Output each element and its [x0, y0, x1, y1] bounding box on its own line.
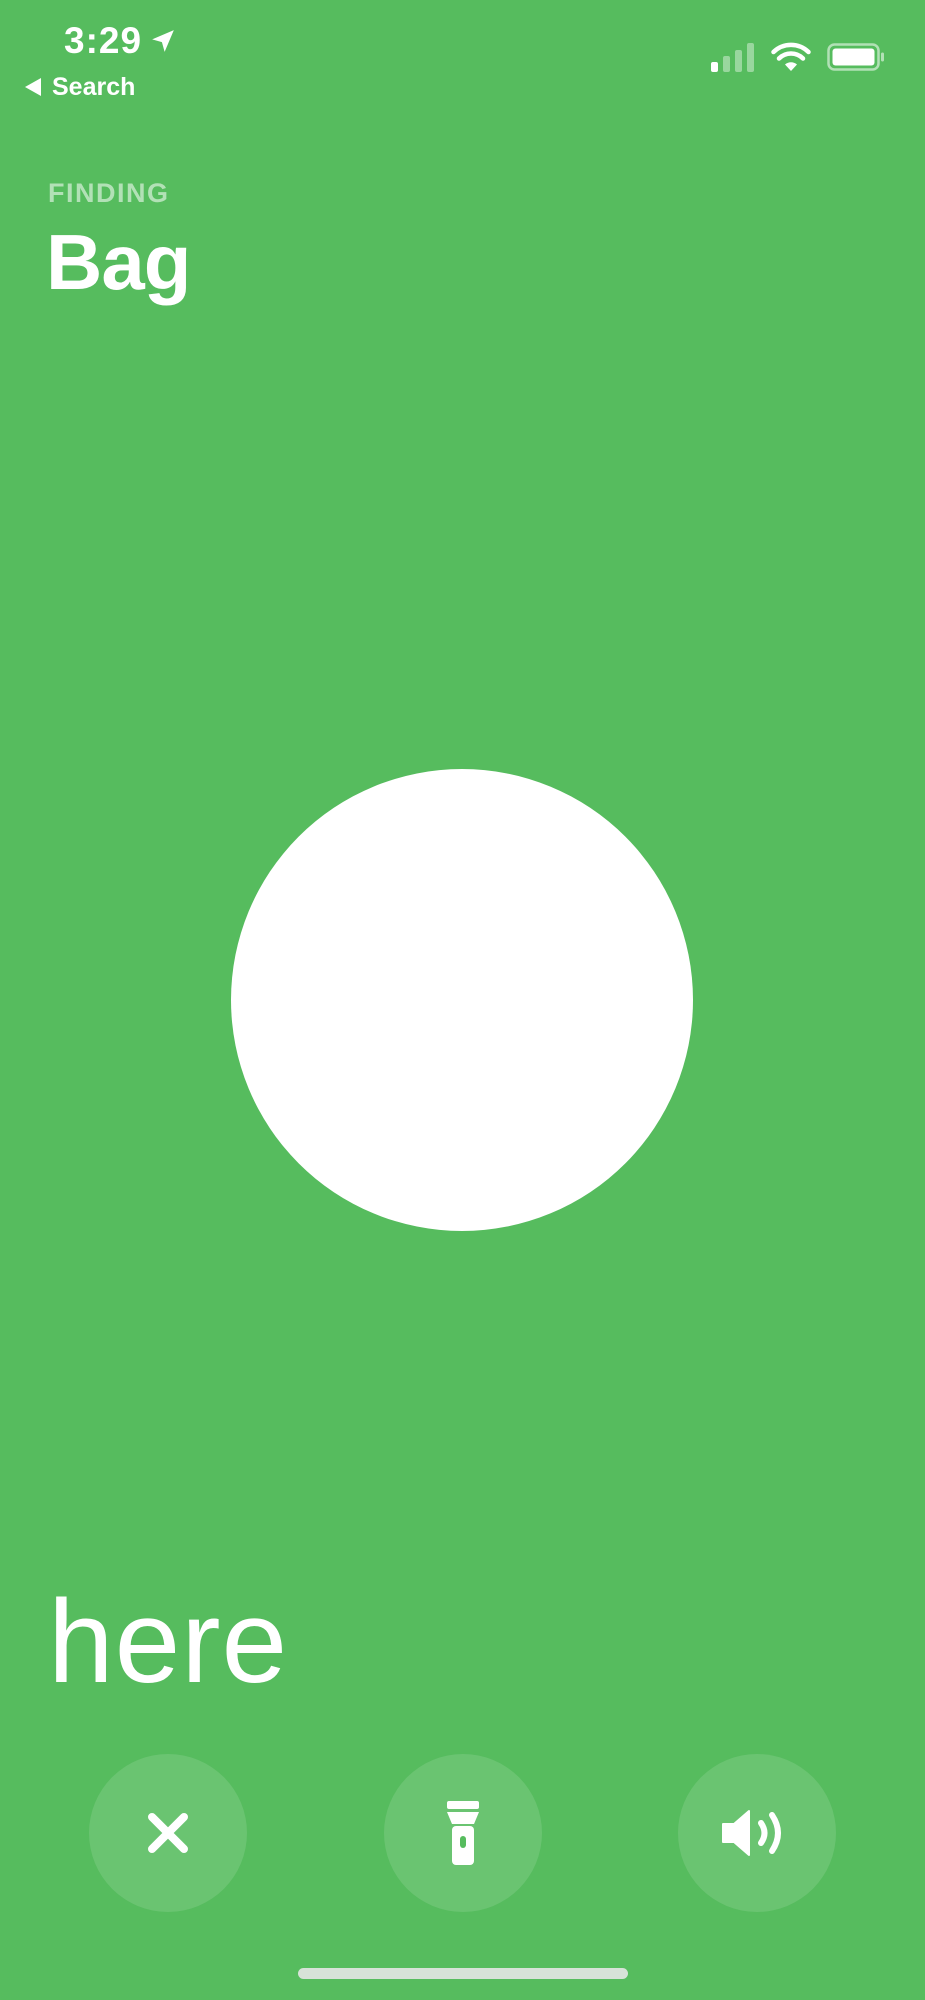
wifi-icon — [771, 42, 811, 71]
cellular-signal-icon — [711, 43, 754, 72]
speaker-icon — [722, 1810, 781, 1856]
flashlight-button[interactable] — [384, 1754, 542, 1912]
home-indicator[interactable] — [298, 1968, 628, 1979]
find-item-screen: 3:29 Search FINDING Bag here — [0, 0, 925, 2000]
status-indicators — [711, 40, 885, 74]
battery-icon — [827, 43, 884, 71]
status-time: 3:29 — [64, 18, 176, 64]
status-time-text: 3:29 — [64, 20, 143, 61]
proximity-status-text: here — [48, 1576, 289, 1708]
close-icon — [148, 1813, 188, 1853]
proximity-indicator-circle — [231, 769, 693, 1231]
item-title: Bag — [46, 218, 191, 306]
back-to-search-link[interactable]: Search — [24, 70, 135, 104]
finding-eyebrow: FINDING — [48, 178, 170, 208]
play-sound-button[interactable] — [678, 1754, 836, 1912]
back-triangle-icon — [25, 78, 41, 96]
flashlight-icon — [447, 1801, 479, 1865]
back-label: Search — [52, 73, 136, 101]
close-button[interactable] — [89, 1754, 247, 1912]
location-arrow-icon — [152, 30, 174, 52]
